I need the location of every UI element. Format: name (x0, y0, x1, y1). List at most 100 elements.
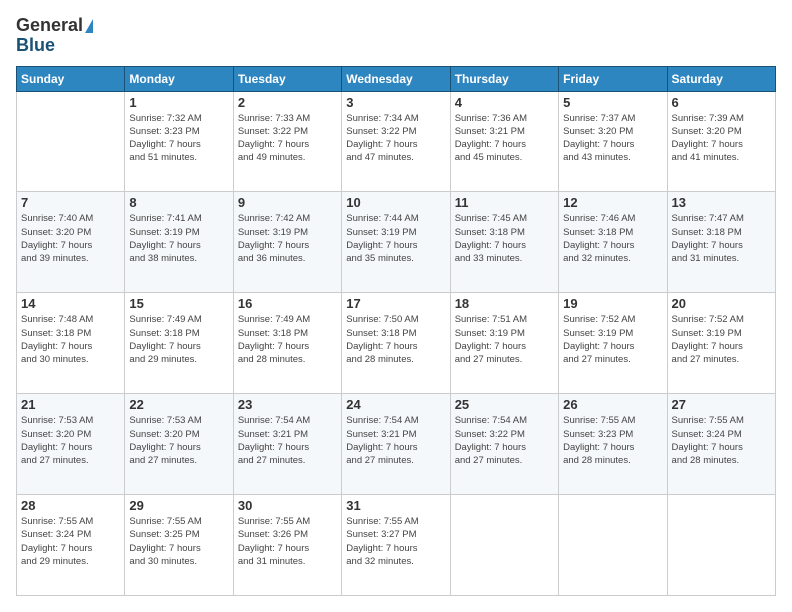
day-number: 1 (129, 95, 228, 110)
calendar-cell: 19Sunrise: 7:52 AMSunset: 3:19 PMDayligh… (559, 293, 667, 394)
day-info: Sunrise: 7:52 AMSunset: 3:19 PMDaylight:… (672, 313, 771, 366)
calendar-cell: 31 Sunrise: 7:55 AMSunset: 3:27 PMDayligh… (342, 495, 450, 596)
calendar-cell: 11 Sunrise: 7:45 AMSunset: 3:18 PMDayligh… (450, 192, 558, 293)
calendar-cell: 17Sunrise: 7:50 AMSunset: 3:18 PMDayligh… (342, 293, 450, 394)
calendar-cell: 10 Sunrise: 7:44 AMSunset: 3:19 PMDayligh… (342, 192, 450, 293)
calendar-cell (667, 495, 775, 596)
calendar-cell: 2Sunrise: 7:33 AMSunset: 3:22 PMDaylight… (233, 91, 341, 192)
calendar-week-row: 21 Sunrise: 7:53 AMSunset: 3:20 PMDayligh… (17, 394, 776, 495)
day-number: 7 (21, 195, 120, 210)
calendar-cell: 15 Sunrise: 7:49 AMSunset: 3:18 PMDayligh… (125, 293, 233, 394)
day-number: 2 (238, 95, 337, 110)
calendar-cell: 3Sunrise: 7:34 AMSunset: 3:22 PMDaylight… (342, 91, 450, 192)
calendar-week-row: 14 Sunrise: 7:48 AMSunset: 3:18 PMDayligh… (17, 293, 776, 394)
day-info: Sunrise: 7:42 AMSunset: 3:19 PMDaylight:… (238, 212, 337, 265)
day-number: 10 (346, 195, 445, 210)
calendar-cell: 30 Sunrise: 7:55 AMSunset: 3:26 PMDayligh… (233, 495, 341, 596)
day-number: 13 (672, 195, 771, 210)
day-number: 9 (238, 195, 337, 210)
day-number: 18 (455, 296, 554, 311)
day-info: Sunrise: 7:51 AMSunset: 3:19 PMDaylight:… (455, 313, 554, 366)
day-number: 21 (21, 397, 120, 412)
calendar-cell: 24Sunrise: 7:54 AMSunset: 3:21 PMDayligh… (342, 394, 450, 495)
calendar-cell: 5 Sunrise: 7:37 AMSunset: 3:20 PMDaylight… (559, 91, 667, 192)
calendar-week-row: 7 Sunrise: 7:40 AMSunset: 3:20 PMDaylight… (17, 192, 776, 293)
calendar-cell: 23 Sunrise: 7:54 AMSunset: 3:21 PMDayligh… (233, 394, 341, 495)
calendar-cell: 27 Sunrise: 7:55 AMSunset: 3:24 PMDayligh… (667, 394, 775, 495)
day-number: 22 (129, 397, 228, 412)
calendar-cell: 14 Sunrise: 7:48 AMSunset: 3:18 PMDayligh… (17, 293, 125, 394)
calendar-cell: 6 Sunrise: 7:39 AMSunset: 3:20 PMDaylight… (667, 91, 775, 192)
day-number: 24 (346, 397, 445, 412)
day-number: 29 (129, 498, 228, 513)
day-number: 28 (21, 498, 120, 513)
calendar-week-row: 1 Sunrise: 7:32 AMSunset: 3:23 PMDaylight… (17, 91, 776, 192)
day-number: 31 (346, 498, 445, 513)
logo-blue-text: Blue (16, 36, 93, 56)
day-info: Sunrise: 7:54 AMSunset: 3:22 PMDaylight:… (455, 414, 554, 467)
calendar-cell: 26Sunrise: 7:55 AMSunset: 3:23 PMDayligh… (559, 394, 667, 495)
day-number: 30 (238, 498, 337, 513)
day-number: 12 (563, 195, 662, 210)
calendar-header-saturday: Saturday (667, 66, 775, 91)
day-info: Sunrise: 7:46 AMSunset: 3:18 PMDaylight:… (563, 212, 662, 265)
day-info: Sunrise: 7:48 AMSunset: 3:18 PMDaylight:… (21, 313, 120, 366)
day-info: Sunrise: 7:44 AMSunset: 3:19 PMDaylight:… (346, 212, 445, 265)
day-info: Sunrise: 7:36 AMSunset: 3:21 PMDaylight:… (455, 112, 554, 165)
day-info: Sunrise: 7:39 AMSunset: 3:20 PMDaylight:… (672, 112, 771, 165)
calendar-cell (559, 495, 667, 596)
day-number: 23 (238, 397, 337, 412)
calendar: SundayMondayTuesdayWednesdayThursdayFrid… (16, 66, 776, 596)
day-info: Sunrise: 7:32 AMSunset: 3:23 PMDaylight:… (129, 112, 228, 165)
header: General Blue (16, 16, 776, 56)
calendar-cell: 13 Sunrise: 7:47 AMSunset: 3:18 PMDayligh… (667, 192, 775, 293)
calendar-cell: 20 Sunrise: 7:52 AMSunset: 3:19 PMDayligh… (667, 293, 775, 394)
calendar-cell: 25 Sunrise: 7:54 AMSunset: 3:22 PMDayligh… (450, 394, 558, 495)
day-info: Sunrise: 7:55 AMSunset: 3:27 PMDaylight:… (346, 515, 445, 568)
day-number: 11 (455, 195, 554, 210)
calendar-cell (17, 91, 125, 192)
day-info: Sunrise: 7:55 AMSunset: 3:26 PMDaylight:… (238, 515, 337, 568)
day-info: Sunrise: 7:41 AMSunset: 3:19 PMDaylight:… (129, 212, 228, 265)
calendar-cell (450, 495, 558, 596)
day-number: 25 (455, 397, 554, 412)
day-info: Sunrise: 7:55 AMSunset: 3:24 PMDaylight:… (672, 414, 771, 467)
calendar-cell: 7 Sunrise: 7:40 AMSunset: 3:20 PMDaylight… (17, 192, 125, 293)
day-number: 14 (21, 296, 120, 311)
calendar-cell: 29Sunrise: 7:55 AMSunset: 3:25 PMDayligh… (125, 495, 233, 596)
day-info: Sunrise: 7:47 AMSunset: 3:18 PMDaylight:… (672, 212, 771, 265)
day-number: 3 (346, 95, 445, 110)
calendar-cell: 12 Sunrise: 7:46 AMSunset: 3:18 PMDayligh… (559, 192, 667, 293)
day-info: Sunrise: 7:40 AMSunset: 3:20 PMDaylight:… (21, 212, 120, 265)
calendar-cell: 16Sunrise: 7:49 AMSunset: 3:18 PMDayligh… (233, 293, 341, 394)
day-number: 6 (672, 95, 771, 110)
logo: General Blue (16, 16, 93, 56)
calendar-header-monday: Monday (125, 66, 233, 91)
calendar-header-thursday: Thursday (450, 66, 558, 91)
page: General Blue SundayMondayTuesdayWednesda… (0, 0, 792, 612)
calendar-cell: 28 Sunrise: 7:55 AMSunset: 3:24 PMDayligh… (17, 495, 125, 596)
calendar-cell: 9 Sunrise: 7:42 AMSunset: 3:19 PMDaylight… (233, 192, 341, 293)
day-number: 26 (563, 397, 662, 412)
day-number: 4 (455, 95, 554, 110)
day-info: Sunrise: 7:55 AMSunset: 3:24 PMDaylight:… (21, 515, 120, 568)
calendar-cell: 21Sunrise: 7:53 AMSunset: 3:20 PMDayligh… (17, 394, 125, 495)
day-number: 27 (672, 397, 771, 412)
day-info: Sunrise: 7:54 AMSunset: 3:21 PMDaylight:… (238, 414, 337, 467)
logo-triangle-icon (85, 19, 93, 33)
day-info: Sunrise: 7:50 AMSunset: 3:18 PMDaylight:… (346, 313, 445, 366)
day-number: 8 (129, 195, 228, 210)
calendar-cell: 1 Sunrise: 7:32 AMSunset: 3:23 PMDaylight… (125, 91, 233, 192)
day-info: Sunrise: 7:45 AMSunset: 3:18 PMDaylight:… (455, 212, 554, 265)
day-number: 15 (129, 296, 228, 311)
calendar-header-wednesday: Wednesday (342, 66, 450, 91)
day-number: 16 (238, 296, 337, 311)
day-number: 20 (672, 296, 771, 311)
calendar-header-tuesday: Tuesday (233, 66, 341, 91)
calendar-cell: 22 Sunrise: 7:53 AMSunset: 3:20 PMDayligh… (125, 394, 233, 495)
day-info: Sunrise: 7:53 AMSunset: 3:20 PMDaylight:… (129, 414, 228, 467)
day-info: Sunrise: 7:37 AMSunset: 3:20 PMDaylight:… (563, 112, 662, 165)
calendar-header-friday: Friday (559, 66, 667, 91)
day-number: 5 (563, 95, 662, 110)
day-info: Sunrise: 7:49 AMSunset: 3:18 PMDaylight:… (129, 313, 228, 366)
